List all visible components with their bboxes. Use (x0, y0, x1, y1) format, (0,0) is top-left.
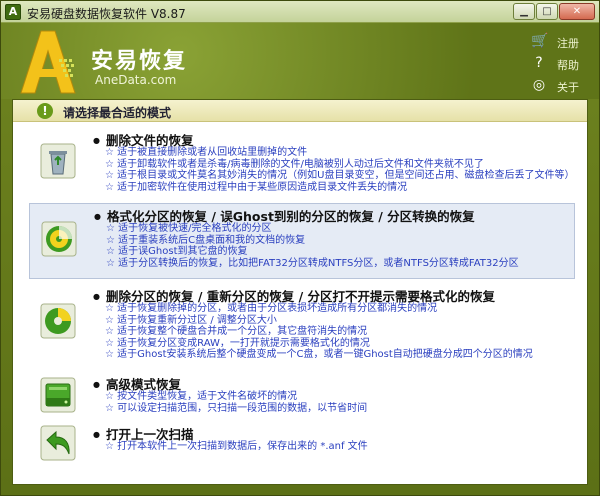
option-advanced-mode[interactable]: 高级模式恢复 按文件类型恢复，适于文件名破坏的情况 可以设定扫描范围，只扫描一段… (29, 372, 575, 418)
option-detail: 适于恢复整个硬盘合并成一个分区，其它盘符消失的情况 (105, 326, 533, 338)
mode-panel: ! 请选择最合适的模式 删除文件的恢复 适于被直接删除或者从回收站里删掉的文件 … (12, 99, 588, 485)
about-link[interactable]: ◎ 关于 (531, 77, 597, 95)
title-bar[interactable]: A 安易硬盘数据恢复软件 V8.87 ▁ □ ✕ (1, 1, 599, 23)
option-open-last-scan[interactable]: 打开上一次扫描 打开本软件上一次扫描到数据后，保存出来的 *.anf 文件 (29, 422, 575, 462)
option-detail: 按文件类型恢复，适于文件名破坏的情况 (105, 391, 367, 403)
maximize-button[interactable]: □ (536, 3, 558, 20)
cart-icon: 🛒 (531, 33, 549, 49)
register-label: 注册 (557, 37, 579, 50)
hard-drive-icon (40, 377, 76, 413)
option-detail: 适于误Ghost到其它盘的恢复 (106, 246, 519, 258)
target-icon: ◎ (532, 77, 546, 93)
window-title: 安易硬盘数据恢复软件 V8.87 (27, 7, 186, 21)
option-detail: 适于重装系统后C盘桌面和我的文档的恢复 (106, 235, 519, 247)
option-format-recovery[interactable]: 格式化分区的恢复 / 误Ghost到别的分区的恢复 / 分区转换的恢复 适于恢复… (29, 203, 575, 279)
logo-a-icon (20, 30, 76, 94)
exclamation-icon: ! (37, 103, 53, 119)
back-arrow-icon (40, 425, 76, 461)
app-icon: A (5, 4, 21, 20)
panel-title: 请选择最合适的模式 (63, 106, 172, 120)
panel-header: ! 请选择最合适的模式 (13, 100, 587, 122)
option-detail: 适于恢复被快速/完全格式化的分区 (106, 223, 519, 235)
brand-name: 安易恢复 (91, 49, 188, 74)
brand-domain: AneData.com (95, 73, 177, 87)
option-detail: 适于被直接删除或者从回收站里删掉的文件 (105, 147, 574, 159)
option-detail: 适于恢复重新分过区 / 调整分区大小 (105, 315, 533, 327)
option-detail: 适于加密软件在使用过程中由于某些原因造成目录文件丢失的情况 (105, 182, 574, 194)
main-window: A 安易硬盘数据恢复软件 V8.87 ▁ □ ✕ 安易恢复 AneData.co… (0, 0, 600, 496)
minimize-button[interactable]: ▁ (513, 3, 535, 20)
disk-format-icon (41, 221, 77, 257)
recycle-bin-icon (40, 143, 76, 179)
option-deleted-files[interactable]: 删除文件的恢复 适于被直接删除或者从回收站里删掉的文件 适于卸载软件或者是杀毒/… (29, 128, 575, 200)
header-banner: 安易恢复 AneData.com 🛒 注册 ? 帮助 ◎ 关于 (1, 23, 599, 99)
help-link[interactable]: ? 帮助 (531, 55, 597, 73)
option-detail: 适于恢复分区变成RAW，一打开就提示需要格式化的情况 (105, 338, 533, 350)
help-label: 帮助 (557, 59, 579, 72)
option-detail: 适于分区转换后的恢复，比如把FAT32分区转成NTFS分区，或者NTFS分区转成… (106, 258, 519, 270)
option-detail: 适于卸载软件或者是杀毒/病毒删除的文件/电脑被别人动过后文件和文件夹就不见了 (105, 159, 574, 171)
about-label: 关于 (557, 81, 579, 94)
question-icon: ? (535, 55, 543, 71)
option-detail: 打开本软件上一次扫描到数据后，保存出来的 *.anf 文件 (105, 441, 368, 453)
close-button[interactable]: ✕ (559, 3, 595, 20)
option-detail: 适于Ghost安装系统后整个硬盘变成一个C盘，或者一键Ghost自动把硬盘分成四… (105, 349, 533, 361)
option-detail: 适于恢复删除掉的分区，或者由于分区表损坏造成所有分区都消失的情况 (105, 303, 533, 315)
option-detail: 适于根目录或文件莫名其妙消失的情况（例如U盘目录变空，但是空间还占用、磁盘检查后… (105, 170, 574, 182)
register-link[interactable]: 🛒 注册 (531, 33, 597, 51)
partition-icon (40, 303, 76, 339)
option-partition-recovery[interactable]: 删除分区的恢复 / 重新分区的恢复 / 分区打不开提示需要格式化的恢复 适于恢复… (29, 284, 575, 368)
option-detail: 可以设定扫描范围，只扫描一段范围的数据，以节省时间 (105, 403, 367, 415)
